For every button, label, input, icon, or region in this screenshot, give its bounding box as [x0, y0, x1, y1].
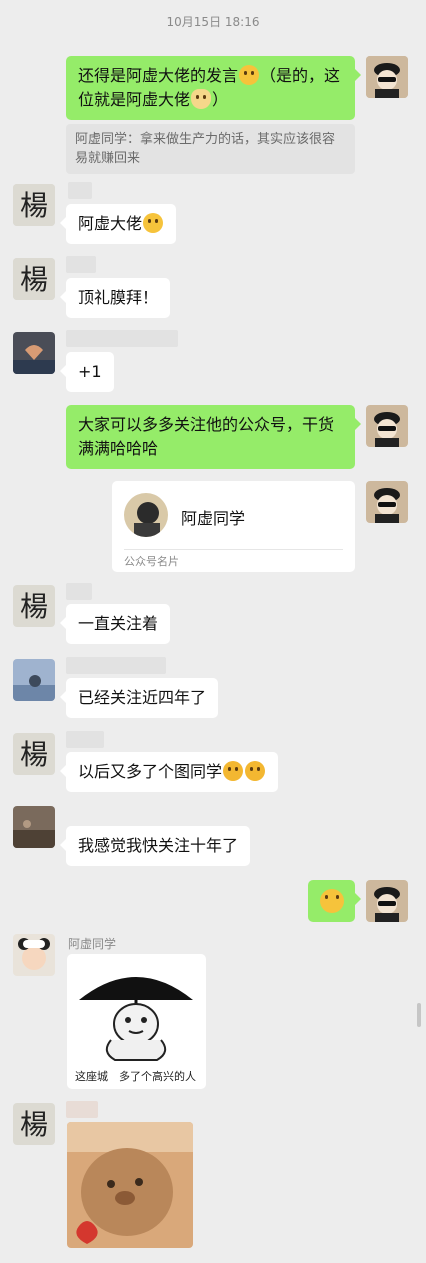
message-bubble-self[interactable]: 大家可以多多关注他的公众号，干货满满哈哈哈: [66, 405, 361, 469]
message-text: 阿虚大佬: [78, 214, 143, 233]
666-emoji-icon: [320, 889, 344, 913]
quoted-message[interactable]: 阿虚同学：拿来做生产力的话，其实应该很容易就赚回来: [66, 124, 355, 174]
message-text: 还得是阿虚大佬的发言: [78, 66, 239, 85]
svg-text:楊: 楊: [20, 738, 48, 771]
message-bubble-other[interactable]: +1: [60, 352, 114, 392]
avatar-yang[interactable]: 楊: [13, 733, 55, 775]
avatar-yang[interactable]: 楊: [13, 585, 55, 627]
message-bubble-self[interactable]: 还得是阿虚大佬的发言 （是的，这位就是阿虚大佬）: [66, 56, 361, 120]
thinking-face-emoji-icon: [245, 761, 266, 781]
avatar-panda-kid[interactable]: [13, 934, 55, 976]
self-avatar[interactable]: [366, 56, 408, 98]
message-bubble-self[interactable]: [308, 880, 361, 922]
sender-name: [66, 583, 92, 600]
avatar-beach[interactable]: [13, 659, 55, 701]
svg-text:楊: 楊: [20, 189, 48, 222]
scrollbar[interactable]: [417, 1003, 421, 1027]
sender-name: [66, 256, 96, 273]
timestamp: 10月15日 18:16: [166, 15, 260, 29]
message-bubble-other[interactable]: 阿虚大佬: [59, 204, 177, 244]
sender-name: [68, 182, 92, 199]
message-text: 以后又多了个图同学: [78, 762, 223, 781]
svg-text:楊: 楊: [20, 263, 48, 296]
card-divider: [124, 549, 343, 550]
message-bubble-other[interactable]: 一直关注着: [59, 604, 171, 644]
doge-emoji-icon: [191, 89, 212, 109]
message-bubble-other[interactable]: 我感觉我快关注十年了: [59, 826, 251, 866]
sender-name: 阿虚同学: [68, 937, 117, 951]
avatar-yang[interactable]: 楊: [13, 1103, 55, 1145]
sticker-caption: 这座城 多了个高兴的人: [75, 1070, 196, 1083]
sender-name: [66, 731, 104, 748]
self-avatar[interactable]: [366, 880, 408, 922]
sender-name: [66, 1101, 98, 1118]
thinking-face-emoji-icon: [223, 761, 244, 781]
sender-name: [66, 657, 166, 674]
official-account-card[interactable]: 阿虚同学 公众号名片: [112, 481, 355, 572]
avatar-rocks[interactable]: [13, 806, 55, 848]
smiling-face-emoji-icon: [239, 65, 260, 85]
self-avatar[interactable]: [366, 481, 408, 523]
card-avatar: [124, 493, 168, 537]
grinning-face-emoji-icon: [143, 213, 164, 233]
message-bubble-other[interactable]: 顶礼膜拜！: [59, 278, 171, 318]
message-bubble-other[interactable]: 以后又多了个图同学: [59, 752, 279, 792]
message-bubble-other[interactable]: 已经关注近四年了: [59, 678, 219, 718]
svg-text:楊: 楊: [20, 590, 48, 623]
sticker-message[interactable]: 这座城 多了个高兴的人: [67, 954, 206, 1089]
avatar-yang[interactable]: 楊: [13, 258, 55, 300]
message-text-tail: ）: [212, 90, 229, 109]
card-footer: 公众号名片: [124, 555, 179, 568]
self-avatar[interactable]: [366, 405, 408, 447]
umbrella-panda-sticker-icon: [79, 977, 193, 1061]
sender-name: [66, 330, 178, 347]
svg-text:楊: 楊: [20, 1108, 48, 1141]
card-title: 阿虚同学: [181, 509, 246, 528]
avatar-yang[interactable]: 楊: [13, 184, 55, 226]
image-message[interactable]: [67, 1122, 193, 1248]
avatar-heart-hands[interactable]: [13, 332, 55, 374]
